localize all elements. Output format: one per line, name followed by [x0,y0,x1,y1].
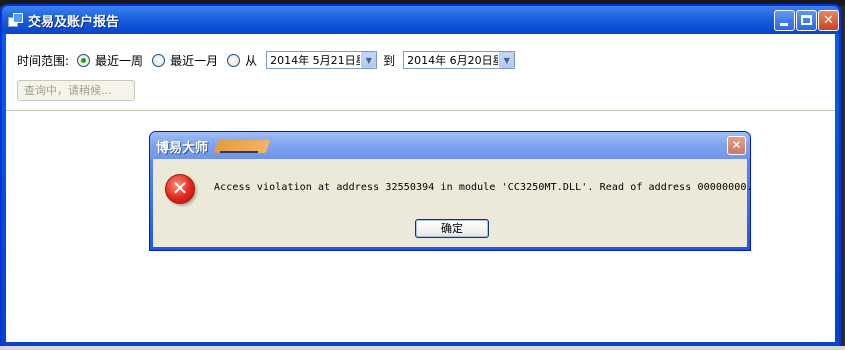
radio-last-week[interactable] [77,53,91,67]
query-button[interactable]: 查询中，请稍候... [17,80,135,101]
time-range-row: 时间范围: 最近一周 最近一月 从 2014年 5月21日星 ▼ 到 2014年… [17,50,516,70]
to-date-value: 2014年 6月20日星 [407,54,499,67]
dialog-titlebar[interactable]: 博易大师 ✕ [150,132,750,159]
time-range-label: 时间范围: [17,53,70,68]
error-message: Access violation at address 32550394 in … [214,182,753,193]
ok-button[interactable]: 确定 [415,219,489,238]
to-label: 到 [383,53,396,68]
minimize-button[interactable] [774,10,795,31]
chevron-down-icon[interactable]: ▼ [361,52,377,68]
to-date-picker[interactable]: 2014年 6月20日星 ▼ [403,51,516,69]
maximize-button[interactable] [796,10,817,31]
radio-from[interactable] [227,53,241,67]
radio-last-month[interactable] [152,53,166,67]
close-button[interactable]: ✕ [818,10,839,31]
radio-last-week-label[interactable]: 最近一周 [95,52,143,69]
filter-panel: 时间范围: 最近一周 最近一月 从 2014年 5月21日星 ▼ 到 2014年… [6,34,835,111]
from-date-picker[interactable]: 2014年 5月21日星 ▼ [266,51,378,69]
from-date-value: 2014年 5月21日星 [270,54,361,67]
radio-from-label[interactable]: 从 [245,52,257,69]
redacted-mark [213,140,271,153]
error-dialog: 博易大师 ✕ ✕ Access violation at address 325… [149,131,753,251]
window-title: 交易及账户报告 [28,15,120,30]
error-icon: ✕ [165,174,195,204]
radio-last-month-label[interactable]: 最近一月 [170,52,218,69]
dialog-body: ✕ Access violation at address 32550394 i… [153,159,753,247]
window-app-icon [8,13,23,27]
background-app-bottom-strip [0,346,845,350]
window-titlebar[interactable]: 交易及账户报告 ✕ [2,6,839,34]
dialog-close-button[interactable]: ✕ [727,136,746,155]
dialog-title: 博易大师 [156,141,209,156]
chevron-down-icon[interactable]: ▼ [499,52,515,68]
